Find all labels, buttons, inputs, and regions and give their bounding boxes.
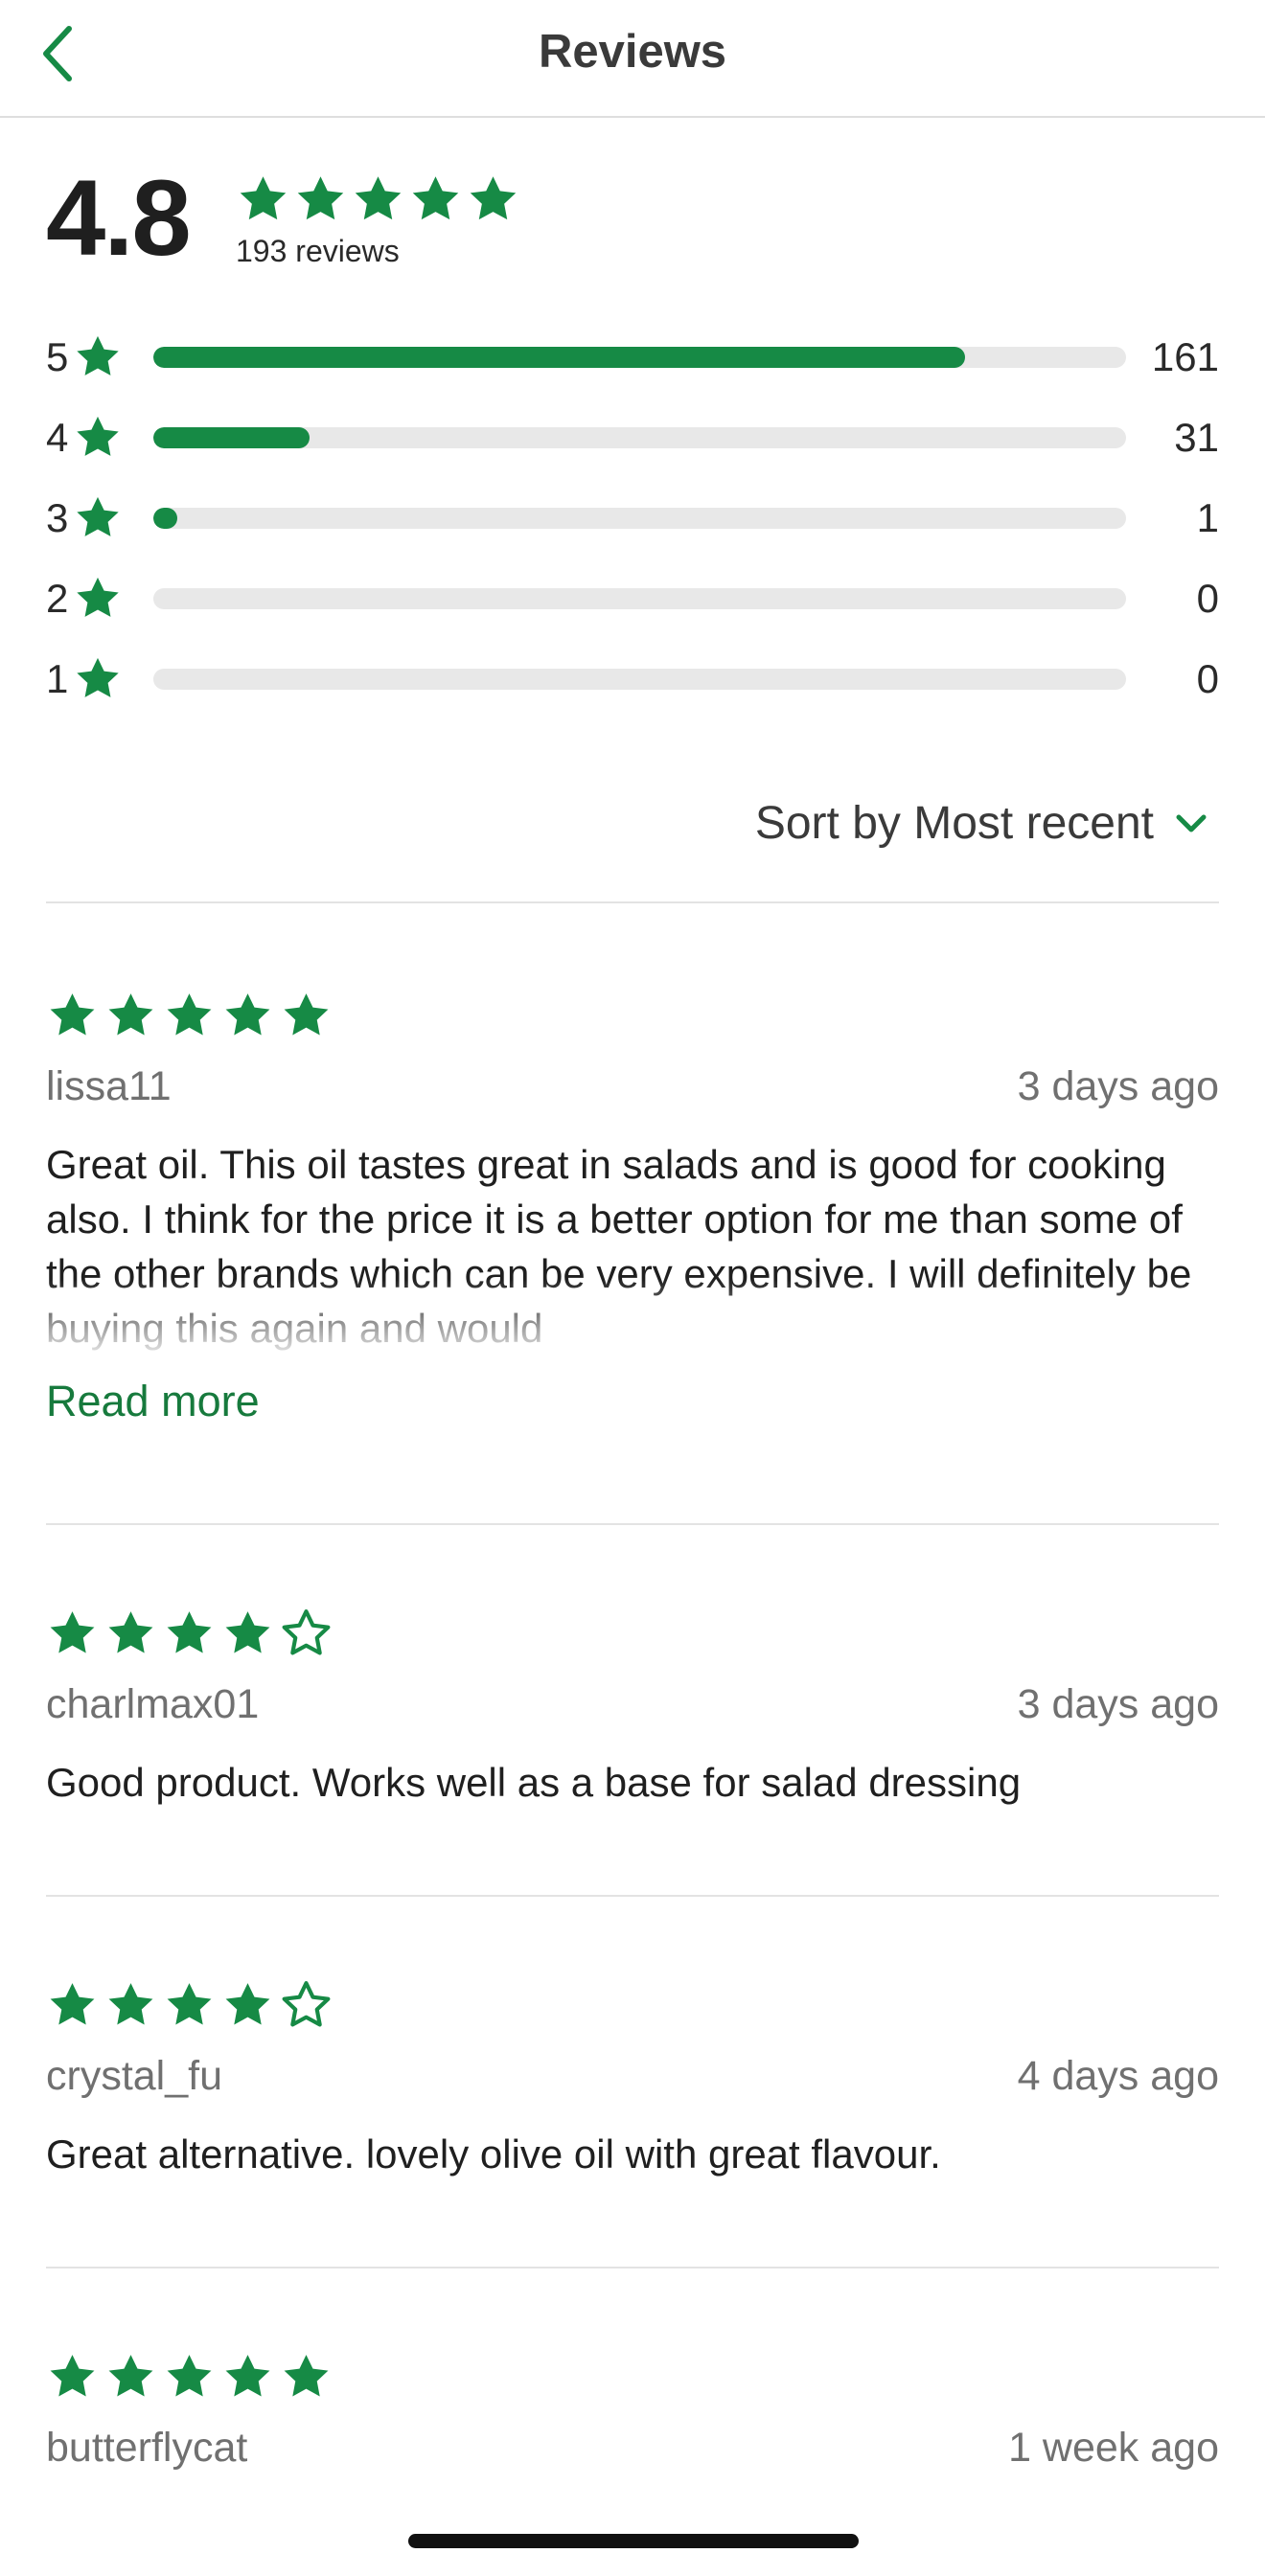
distribution-bar (153, 669, 1126, 690)
sort-dropdown[interactable]: Sort by Most recent (755, 797, 1208, 850)
home-indicator[interactable] (408, 2534, 859, 2548)
star-filled-icon (50, 1610, 95, 1653)
distribution-count: 0 (1196, 576, 1219, 621)
review-date: 3 days ago (1017, 1063, 1219, 1109)
review-text: Great oil. This oil tastes great in sala… (46, 1137, 1219, 1356)
summary-star-rating (236, 172, 520, 227)
distribution-bar (153, 588, 1126, 609)
star-filled-icon (284, 2354, 329, 2396)
distribution-row-2: 2 0 (46, 570, 1219, 627)
divider (46, 2267, 1219, 2268)
distribution-label: 1 (46, 656, 69, 701)
star-filled-icon (167, 1982, 212, 2024)
divider (46, 1895, 1219, 1897)
distribution-row-3: 3 1 (46, 490, 1219, 547)
review-meta: butterflycat 1 week ago (46, 2425, 1219, 2472)
star-filled-icon (167, 992, 212, 1035)
nav-header: Reviews (0, 0, 1265, 118)
star-filled-icon (77, 335, 119, 376)
review-star-rating (46, 1976, 1219, 2034)
distribution-label: 3 (46, 495, 69, 540)
review-date: 3 days ago (1017, 1681, 1219, 1727)
review-star-rating (46, 1605, 1219, 1662)
review-count: 193 reviews (236, 234, 400, 268)
distribution-row-5: 5 161 (46, 329, 1219, 386)
star-filled-icon (73, 654, 128, 704)
review-meta: lissa11 3 days ago (46, 1063, 1219, 1110)
divider (46, 1523, 1219, 1525)
star-filled-icon (73, 332, 128, 382)
read-more-link[interactable]: Read more (46, 1377, 1219, 1426)
star-filled-icon (108, 2354, 153, 2396)
star-filled-icon (225, 1610, 270, 1653)
review-author: crystal_fu (46, 2053, 223, 2099)
star-filled-icon (77, 416, 119, 456)
distribution-label: 5 (46, 334, 69, 379)
distribution-count: 0 (1196, 656, 1219, 701)
star-filled-icon (73, 493, 128, 543)
star-filled-icon (108, 992, 153, 1035)
review-date: 1 week ago (1008, 2425, 1219, 2471)
star-filled-icon (412, 176, 459, 220)
review-meta: crystal_fu 4 days ago (46, 2053, 1219, 2100)
review-date: 4 days ago (1017, 2053, 1219, 2099)
distribution-row-4: 4 31 (46, 409, 1219, 467)
divider (46, 901, 1219, 903)
review-author: charlmax01 (46, 1681, 260, 1727)
star-filled-icon (77, 577, 119, 617)
star-outline-icon (282, 1608, 331, 1654)
distribution-label: 2 (46, 576, 69, 621)
average-rating: 4.8 (46, 158, 192, 278)
review-item: butterflycat 1 week ago (46, 2348, 1219, 2472)
star-filled-icon (297, 176, 344, 220)
star-filled-icon (108, 1610, 153, 1653)
star-filled-icon (355, 176, 402, 220)
chevron-down-icon (1176, 814, 1207, 832)
page-title: Reviews (538, 26, 727, 78)
distribution-bar (153, 347, 1126, 368)
review-text: Good product. Works well as a base for s… (46, 1760, 1022, 1805)
review-star-rating (46, 2348, 1219, 2405)
distribution-count: 31 (1174, 415, 1219, 460)
distribution-count: 161 (1151, 334, 1219, 379)
review-text: Great alternative. lovely olive oil with… (46, 2131, 941, 2177)
distribution-row-1: 1 0 (46, 650, 1219, 708)
star-filled-icon (225, 2354, 270, 2396)
star-filled-icon (470, 176, 517, 220)
star-filled-icon (73, 413, 128, 463)
review-author: lissa11 (46, 1063, 172, 1109)
review-item: crystal_fu 4 days ago Great alternative.… (46, 1976, 1219, 2181)
star-filled-icon (108, 1982, 153, 2024)
sort-label: Sort by Most recent (754, 798, 1154, 849)
distribution-bar-fill (153, 427, 310, 448)
star-filled-icon (240, 176, 287, 220)
review-author: butterflycat (46, 2425, 248, 2471)
star-filled-icon (167, 2354, 212, 2396)
star-outline-icon (282, 1980, 331, 2026)
star-filled-icon (225, 992, 270, 1035)
star-filled-icon (167, 1610, 212, 1653)
distribution-label: 4 (46, 415, 69, 460)
star-filled-icon (284, 992, 329, 1035)
review-item: lissa11 3 days ago Great oil. This oil t… (46, 987, 1219, 1426)
distribution-count: 1 (1196, 495, 1219, 540)
distribution-bar-fill (153, 508, 178, 529)
review-meta: charlmax01 3 days ago (46, 1681, 1219, 1728)
star-filled-icon (77, 496, 119, 536)
star-filled-icon (225, 1982, 270, 2024)
star-filled-icon (50, 1982, 95, 2024)
star-filled-icon (50, 2354, 95, 2396)
star-filled-icon (77, 657, 119, 697)
reviews-screen: Reviews 4.8 193 reviews 5 161 4 31 3 1 2… (0, 0, 1265, 2576)
review-star-rating (46, 987, 1219, 1044)
star-filled-icon (50, 992, 95, 1035)
distribution-bar (153, 508, 1126, 529)
star-filled-icon (73, 574, 128, 624)
distribution-bar-fill (153, 347, 965, 368)
distribution-bar (153, 427, 1126, 448)
review-item: charlmax01 3 days ago Good product. Work… (46, 1605, 1219, 1810)
